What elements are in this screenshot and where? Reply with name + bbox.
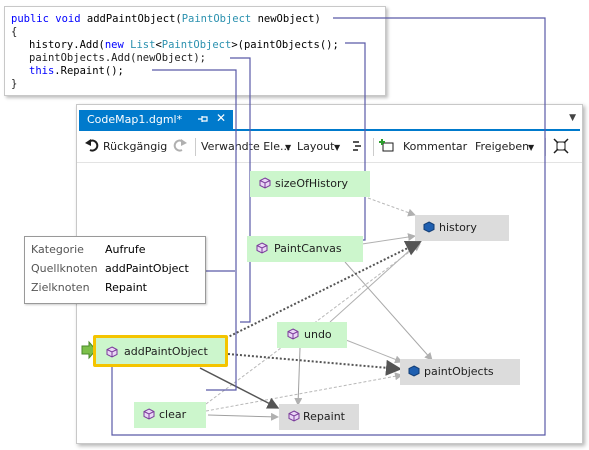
class-icon <box>423 221 435 233</box>
tooltip-value-source: addPaintObject <box>105 262 189 275</box>
tooltip-value-category: Aufrufe <box>105 243 146 256</box>
node-paintobjects[interactable]: paintObjects <box>400 359 520 385</box>
node-label: PaintCanvas <box>274 242 342 255</box>
edge-clear-repaint[interactable] <box>207 412 279 421</box>
edge-paintcanvas-history[interactable] <box>361 233 416 245</box>
method-cube-icon <box>288 410 300 422</box>
edge-undo-repaint[interactable] <box>294 347 303 406</box>
node-label: undo <box>304 328 332 341</box>
edge-sizeofhistory-history[interactable] <box>367 197 416 217</box>
class-icon <box>408 365 420 377</box>
node-sizeofhistory[interactable]: sizeOfHistory <box>250 171 370 197</box>
node-label: paintObjects <box>424 365 494 378</box>
method-cube-icon <box>106 346 118 358</box>
tooltip-key-source: Quellknoten <box>31 262 98 275</box>
tooltip-key-target: Zielknoten <box>31 281 90 294</box>
method-cube-icon <box>287 328 299 340</box>
node-paintcanvas[interactable]: PaintCanvas <box>247 236 363 262</box>
node-label: history <box>439 221 477 234</box>
node-label: Repaint <box>303 410 345 423</box>
connector-line-3 <box>230 57 251 323</box>
node-label: clear <box>159 408 187 421</box>
node-repaint[interactable]: Repaint <box>279 404 359 430</box>
node-label: addPaintObject <box>124 345 208 358</box>
tooltip-key-category: Kategorie <box>31 243 84 256</box>
field-cube-icon <box>259 177 271 189</box>
edge-addpaintobject-repaint[interactable] <box>199 367 280 409</box>
node-clear[interactable]: clear <box>134 402 206 428</box>
node-addpaintobject-selected[interactable]: addPaintObject <box>93 335 228 367</box>
edge-paintcanvas-paintobjects[interactable] <box>344 261 433 361</box>
method-cube-icon <box>143 408 155 420</box>
tooltip-value-target: Repaint <box>105 281 147 294</box>
node-label: sizeOfHistory <box>275 177 348 190</box>
connector-line-2 <box>344 42 366 241</box>
method-cube-icon <box>256 242 268 254</box>
edge-addpaintobject-paintobjects[interactable] <box>227 353 402 376</box>
node-history[interactable]: history <box>415 215 509 241</box>
node-undo[interactable]: undo <box>277 322 347 348</box>
edge-undo-paintobjects[interactable] <box>345 339 403 364</box>
edge-tooltip: Kategorie Aufrufe Quellknoten addPaintOb… <box>24 236 206 304</box>
